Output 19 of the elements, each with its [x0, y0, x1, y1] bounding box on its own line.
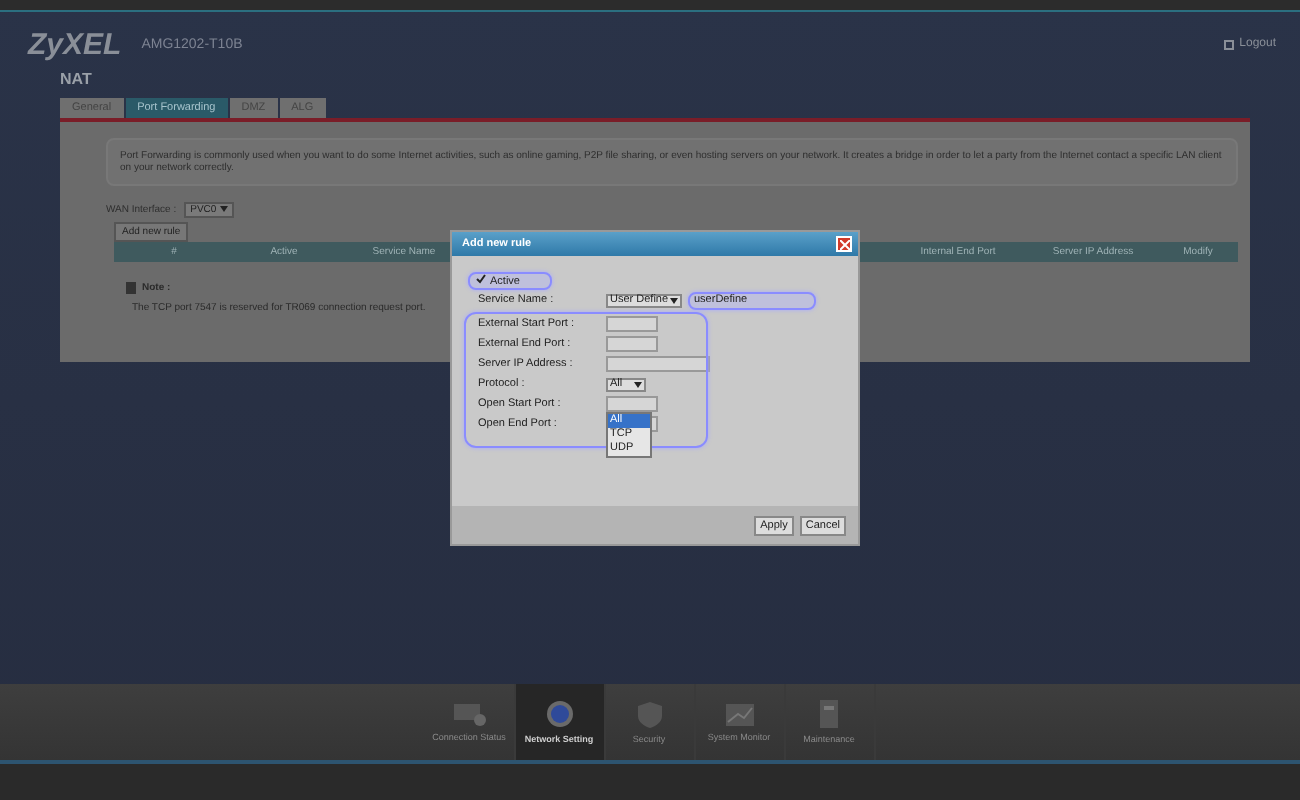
close-icon [839, 239, 849, 249]
input-field[interactable] [606, 356, 710, 372]
caret-icon [670, 297, 678, 303]
checkmark-icon [476, 274, 486, 284]
toolbox-icon [817, 700, 841, 728]
page-title: NAT [58, 68, 94, 92]
monitor-icon [453, 702, 485, 726]
input-field[interactable] [606, 336, 658, 352]
logo: ZyXEL [28, 27, 122, 61]
logout-icon [1223, 39, 1234, 49]
caret-icon [634, 381, 642, 387]
input-field[interactable] [606, 396, 658, 412]
note-icon [126, 282, 136, 294]
shield-icon [637, 701, 661, 727]
close-button[interactable] [836, 236, 852, 252]
input-field[interactable] [606, 316, 658, 332]
gear-icon [545, 700, 573, 728]
chart-icon [725, 703, 753, 725]
caret-icon [219, 206, 228, 212]
